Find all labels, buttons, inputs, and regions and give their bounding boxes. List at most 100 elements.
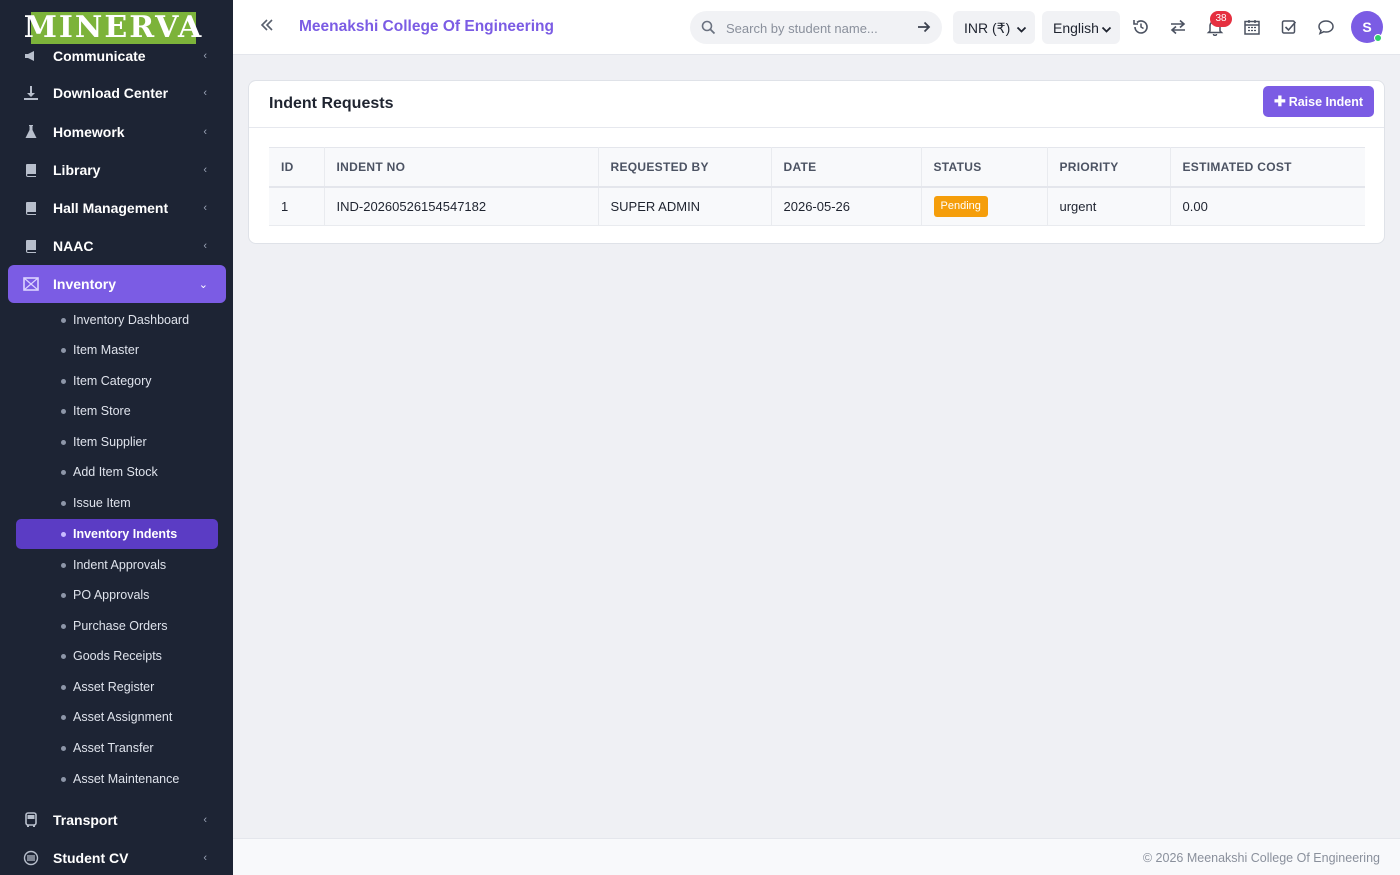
subitem-label: Issue Item [73, 496, 131, 510]
logo-text: MINERVA [23, 10, 204, 45]
top-bar: Meenakshi College Of Engineering INR (₹)… [233, 0, 1400, 55]
sidebar-subitem-asset-transfer[interactable]: Asset Transfer [16, 733, 218, 763]
cv-icon [22, 849, 40, 867]
subitem-label: Item Master [73, 343, 139, 357]
sidebar-subitem-asset-maintenance[interactable]: Asset Maintenance [16, 764, 218, 794]
megaphone-icon [22, 47, 40, 65]
plus-icon: ✚ [1273, 93, 1286, 109]
chevron-down-icon: ⌄ [198, 278, 208, 291]
subitem-label: Asset Register [73, 680, 155, 694]
sidebar-subitem-purchase-orders[interactable]: Purchase Orders [16, 611, 218, 641]
book-icon [22, 237, 40, 255]
sidebar-item-inventory[interactable]: Inventory ⌄ [8, 265, 226, 303]
sidebar-subitem-inventory-indents[interactable]: Inventory Indents [16, 519, 218, 549]
cell-priority: urgent [1047, 186, 1171, 226]
column-header-priority[interactable]: PRIORITY [1047, 147, 1171, 188]
flask-icon [22, 123, 40, 141]
sidebar-item-download-center[interactable]: Download Center ‹ [0, 74, 233, 112]
sidebar-item-label: NAAC [53, 238, 94, 254]
subitem-label: Inventory Indents [73, 527, 178, 541]
raise-indent-label: Raise Indent [1288, 94, 1364, 109]
search-icon [701, 20, 716, 35]
subitem-label: Inventory Dashboard [73, 313, 190, 327]
sidebar-item-hall-management[interactable]: Hall Management ‹ [0, 189, 233, 227]
sidebar-item-label: Library [53, 162, 101, 178]
currency-select[interactable]: INR (₹) [953, 11, 1035, 44]
subitem-label: PO Approvals [73, 588, 150, 602]
language-value: English [1053, 20, 1099, 36]
bullet-icon [61, 500, 66, 506]
chevron-left-icon: ‹ [203, 87, 207, 99]
college-name[interactable]: Meenakshi College Of Engineering [299, 18, 554, 36]
sidebar-subitem-item-store[interactable]: Item Store [16, 396, 218, 426]
bullet-icon [61, 714, 66, 720]
cell-indent-no: IND-20260526154547182 [324, 186, 599, 226]
bullet-icon [61, 378, 66, 384]
chevron-left-icon: ‹ [203, 164, 207, 176]
cell-estimated-cost: 0.00 [1170, 186, 1365, 226]
sidebar-subitem-asset-assignment[interactable]: Asset Assignment [16, 702, 218, 732]
column-header-requested-by[interactable]: REQUESTED BY [598, 147, 772, 188]
sidebar-subitem-item-category[interactable]: Item Category [16, 366, 218, 396]
sidebar-item-transport[interactable]: Transport ‹ [0, 801, 233, 839]
card-title: Indent Requests [269, 95, 394, 112]
sidebar-subitem-inventory-dashboard[interactable]: Inventory Dashboard [16, 305, 218, 335]
collapse-sidebar-icon[interactable] [259, 17, 279, 37]
indent-table: ID INDENT NO REQUESTED BY DATE STATUS PR… [269, 147, 1365, 226]
bullet-icon [61, 684, 66, 690]
calendar-icon[interactable] [1243, 18, 1261, 36]
sidebar-subitem-issue-item[interactable]: Issue Item [16, 488, 218, 518]
raise-indent-button[interactable]: ✚ Raise Indent [1263, 86, 1374, 117]
sidebar-subitem-item-master[interactable]: Item Master [16, 335, 218, 365]
column-header-date[interactable]: DATE [771, 147, 922, 188]
sidebar-item-homework[interactable]: Homework ‹ [0, 113, 233, 151]
footer: © 2026 Meenakshi College Of Engineering [233, 838, 1400, 875]
sidebar-item-library[interactable]: Library ‹ [0, 151, 233, 189]
sidebar-subitem-indent-approvals[interactable]: Indent Approvals [16, 550, 218, 580]
chevron-left-icon: ‹ [203, 50, 207, 62]
footer-copyright: © 2026 Meenakshi College Of Engineering [1142, 851, 1380, 865]
history-icon[interactable] [1132, 18, 1150, 36]
sidebar-item-label: Inventory [53, 276, 117, 292]
sidebar-item-naac[interactable]: NAAC ‹ [0, 227, 233, 265]
bullet-icon [61, 317, 66, 323]
sidebar-subitem-goods-receipts[interactable]: Goods Receipts [16, 641, 218, 671]
column-header-status[interactable]: STATUS [921, 147, 1048, 188]
chevron-down-icon [1016, 22, 1027, 33]
bullet-icon [61, 469, 66, 475]
chevron-left-icon: ‹ [203, 852, 207, 864]
chat-icon[interactable] [1317, 18, 1335, 36]
search-input[interactable] [726, 18, 906, 38]
logo[interactable]: MINERVA [24, 12, 201, 44]
sidebar-subitem-item-supplier[interactable]: Item Supplier [16, 427, 218, 457]
column-header-estimated-cost[interactable]: ESTIMATED COST [1170, 147, 1365, 188]
sidebar-item-label: Hall Management [53, 200, 169, 216]
download-icon [22, 84, 40, 102]
task-check-icon[interactable] [1280, 18, 1298, 36]
online-status-dot [1374, 34, 1382, 42]
column-header-id[interactable]: ID [269, 147, 325, 188]
sidebar-item-student-cv[interactable]: Student CV ‹ [0, 839, 233, 875]
bullet-icon [61, 623, 66, 629]
language-select[interactable]: English [1042, 11, 1120, 44]
cell-requested-by: SUPER ADMIN [598, 186, 772, 226]
sidebar-subitem-add-item-stock[interactable]: Add Item Stock [16, 457, 218, 487]
chevron-down-icon [1101, 22, 1112, 33]
bullet-icon [61, 408, 66, 414]
swap-icon[interactable] [1169, 18, 1187, 36]
chevron-left-icon: ‹ [203, 202, 207, 214]
bullet-icon [61, 562, 66, 568]
column-header-indent-no[interactable]: INDENT NO [324, 147, 599, 188]
arrow-right-icon[interactable] [916, 19, 932, 35]
chevron-left-icon: ‹ [203, 814, 207, 826]
subitem-label: Item Store [73, 404, 131, 418]
subitem-label: Item Supplier [73, 435, 147, 449]
currency-value: INR (₹) [964, 20, 1011, 36]
sidebar-subitem-po-approvals[interactable]: PO Approvals [16, 580, 218, 610]
subitem-label: Goods Receipts [73, 649, 162, 663]
sidebar-item-label: Transport [53, 812, 118, 828]
subitem-label: Add Item Stock [73, 465, 158, 479]
status-badge: Pending [933, 195, 988, 217]
table-row[interactable]: 1 IND-20260526154547182 SUPER ADMIN 2026… [269, 186, 1365, 226]
sidebar-subitem-asset-register[interactable]: Asset Register [16, 672, 218, 702]
